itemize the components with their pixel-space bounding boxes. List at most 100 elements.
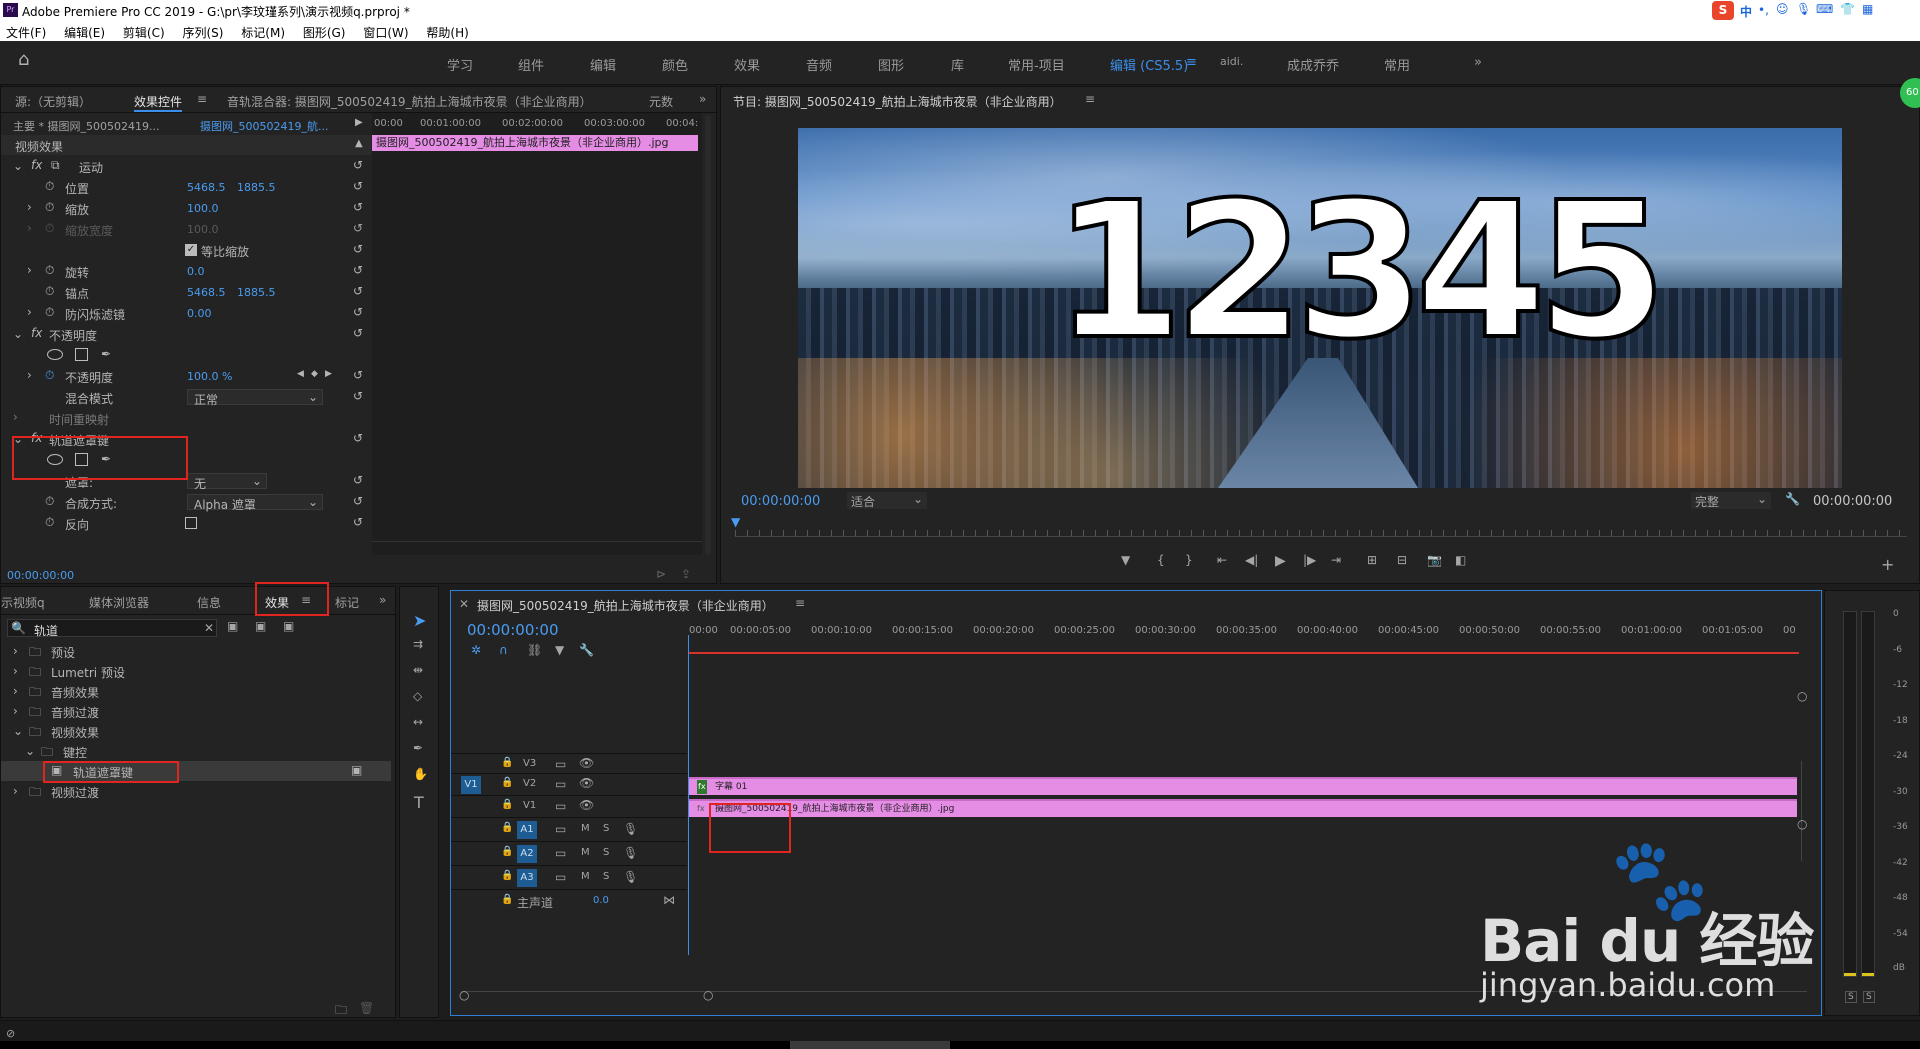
tree-item-presets[interactable]: › 🗀 预设: [1, 641, 381, 661]
ec-scrollbar[interactable]: [372, 541, 702, 549]
scroll-handle-icon[interactable]: ○: [1797, 689, 1807, 703]
workspace-aidi[interactable]: aidi.: [1220, 55, 1243, 68]
sync-lock-icon[interactable]: ▭: [555, 870, 566, 884]
sync-lock-icon[interactable]: ▭: [555, 757, 566, 771]
workspace-learn[interactable]: 学习: [447, 55, 473, 74]
clip-image-v1[interactable]: fx 摄图网_500502419_航拍上海城市夜景（非企业商用）.jpg: [689, 799, 1797, 817]
motion-row[interactable]: ⌄ fx ⧉ 运动 ↺: [1, 156, 371, 176]
workspace-graphics[interactable]: 图形: [878, 55, 904, 74]
workspace-chengcheng[interactable]: 成成乔乔: [1287, 55, 1339, 74]
position-x-value[interactable]: 5468.5: [187, 181, 226, 194]
scroll-handle-icon[interactable]: ○: [1797, 817, 1807, 831]
chevron-right-icon[interactable]: ›: [27, 200, 32, 214]
stopwatch-icon[interactable]: ⏱: [45, 284, 54, 299]
delete-icon[interactable]: 🗑: [359, 1001, 374, 1015]
reset-icon[interactable]: ↺: [353, 515, 363, 529]
tab-media-browser[interactable]: 媒体浏览器: [89, 594, 149, 611]
reset-icon[interactable]: ↺: [353, 242, 363, 256]
chevron-down-icon[interactable]: ⌄: [13, 159, 23, 173]
tab-project[interactable]: 示视频q: [1, 594, 45, 611]
ec-timecode[interactable]: 00:00:00:00: [7, 569, 74, 582]
tree-item-lumetri-presets[interactable]: › 🗀 Lumetri 预设: [1, 661, 381, 681]
go-to-in-icon[interactable]: ⇤: [1217, 553, 1227, 567]
work-area-bar[interactable]: [689, 652, 1799, 654]
zoom-handle-right-icon[interactable]: ○: [703, 988, 713, 1002]
timeline-title[interactable]: 摄图网_500502419_航拍上海城市夜景（非企业商用）: [477, 597, 774, 614]
mic-icon[interactable]: 🎙: [623, 870, 638, 884]
chevron-right-icon[interactable]: ›: [27, 263, 32, 277]
mic-icon[interactable]: 🎙: [623, 846, 638, 860]
master-volume-value[interactable]: 0.0: [593, 895, 609, 906]
reset-icon[interactable]: ↺: [353, 494, 363, 508]
workspace-assembly[interactable]: 组件: [518, 55, 544, 74]
timeline-playhead[interactable]: [688, 635, 689, 955]
menu-file[interactable]: 文件(F): [6, 26, 46, 40]
type-tool-icon[interactable]: T: [414, 793, 424, 812]
anchor-y-value[interactable]: 1885.5: [237, 286, 276, 299]
reset-icon[interactable]: ↺: [353, 326, 363, 340]
chevron-right-icon[interactable]: ›: [27, 305, 32, 319]
solo-button[interactable]: S: [603, 823, 609, 834]
pen-tool-icon[interactable]: ✒: [413, 741, 423, 755]
track-label[interactable]: A1: [517, 821, 537, 839]
add-marker-icon[interactable]: ▼: [1121, 553, 1130, 567]
blend-mode-select[interactable]: 正常 ⌄: [187, 389, 323, 407]
source-patch-v1[interactable]: V1: [461, 776, 481, 794]
program-menu-icon[interactable]: ≡: [1085, 92, 1095, 106]
workspace-common[interactable]: 常用: [1384, 55, 1410, 74]
more-tabs-icon[interactable]: »: [699, 92, 706, 106]
tree-item-video-transitions[interactable]: › 🗀 视频过渡: [1, 781, 381, 801]
snap-icon[interactable]: ∩: [499, 643, 508, 657]
go-to-end-icon[interactable]: ⋈: [663, 893, 675, 907]
eye-icon[interactable]: 👁: [579, 756, 594, 770]
stopwatch-icon[interactable]: ⏱: [45, 179, 54, 194]
ime-logo-icon[interactable]: S: [1712, 1, 1734, 20]
track-select-tool-icon[interactable]: ⇉: [413, 637, 423, 651]
go-to-out-icon[interactable]: ⇥: [1331, 553, 1341, 567]
settings-wrench-icon[interactable]: 🔧: [1785, 492, 1800, 506]
stopwatch-icon[interactable]: ⏱: [45, 494, 54, 509]
reset-icon[interactable]: ↺: [353, 200, 363, 214]
reset-icon[interactable]: ↺: [353, 473, 363, 487]
opacity-section-row[interactable]: ⌄ fx 不透明度 ↺: [1, 324, 371, 344]
ellipse-mask-icon[interactable]: [47, 349, 63, 360]
reset-icon[interactable]: ↺: [353, 305, 363, 319]
workspace-libraries[interactable]: 库: [951, 55, 964, 74]
reset-icon[interactable]: ↺: [353, 221, 363, 235]
lock-icon[interactable]: 🔒: [501, 757, 513, 768]
emoji-icon[interactable]: ☺: [1776, 2, 1789, 16]
stopwatch-icon[interactable]: ⏱: [45, 263, 54, 278]
chevron-right-icon[interactable]: ›: [27, 368, 32, 382]
solo-button[interactable]: S: [603, 871, 609, 882]
anchor-x-value[interactable]: 5468.5: [187, 286, 226, 299]
program-timecode[interactable]: 00:00:00:00: [741, 494, 820, 509]
timeline-ruler[interactable]: 00:00 00:00:05:00 00:00:10:00 00:00:15:0…: [689, 619, 1799, 655]
fx-icon[interactable]: fx: [31, 326, 42, 340]
workspace-effects[interactable]: 效果: [734, 55, 760, 74]
clip-caption-v2[interactable]: fx 字幕 01: [689, 777, 1797, 795]
mic-icon[interactable]: 🎙: [623, 822, 638, 836]
menu-clip[interactable]: 剪辑(C): [123, 26, 165, 40]
more-tabs-icon[interactable]: »: [379, 593, 386, 607]
rotation-value[interactable]: 0.0: [187, 265, 205, 278]
lock-icon[interactable]: 🔒: [501, 846, 513, 857]
reset-icon[interactable]: ↺: [353, 389, 363, 403]
workspace-audio[interactable]: 音频: [806, 55, 832, 74]
mark-out-icon[interactable]: }: [1185, 553, 1193, 567]
scroll-up-icon[interactable]: ▲: [355, 138, 363, 149]
lock-icon[interactable]: 🔒: [501, 799, 513, 810]
menu-markers[interactable]: 标记(M): [241, 26, 285, 40]
next-keyframe-icon[interactable]: ▶: [325, 369, 332, 379]
clear-search-icon[interactable]: ✕: [204, 621, 214, 635]
selection-tool-icon[interactable]: ➤: [413, 611, 426, 630]
stopwatch-icon[interactable]: ⏱: [45, 305, 54, 320]
tree-item-audio-transitions[interactable]: › 🗀 音频过渡: [1, 701, 381, 721]
stopwatch-active-icon[interactable]: ⏱: [45, 368, 54, 383]
matte-select[interactable]: 无 ⌄: [187, 473, 267, 491]
nest-toggle-icon[interactable]: ✲: [471, 643, 481, 657]
timeline-timecode[interactable]: 00:00:00:00: [467, 621, 559, 639]
tab-info[interactable]: 信息: [197, 594, 221, 611]
timeline-menu-icon[interactable]: ≡: [795, 596, 805, 610]
lift-icon[interactable]: ⊞: [1367, 553, 1377, 567]
stopwatch-icon[interactable]: ⏱: [45, 515, 54, 530]
